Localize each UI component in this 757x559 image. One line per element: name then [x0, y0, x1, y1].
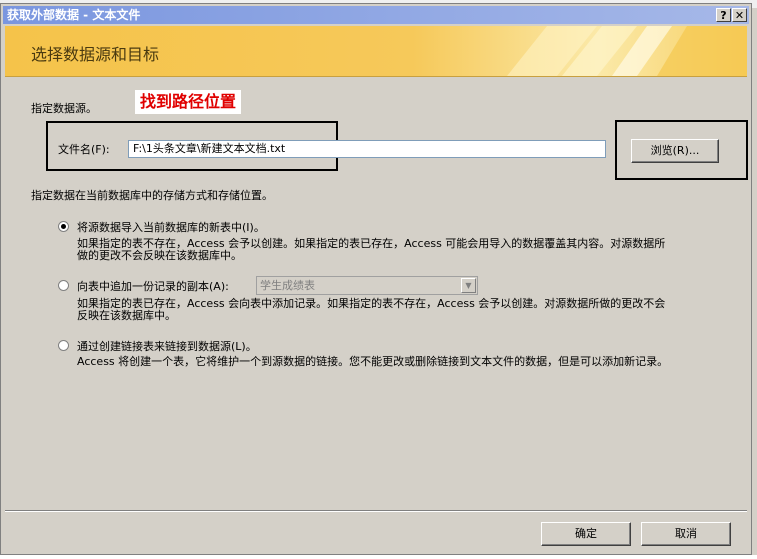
close-icon: ✕ — [734, 9, 745, 22]
import-dialog: 获取外部数据 - 文本文件 ? ✕ 选择数据源和目标 指定数据源。 找到路径位置… — [0, 3, 752, 555]
background-window-bottom — [0, 555, 757, 559]
close-button[interactable]: ✕ — [732, 8, 747, 22]
footer-divider — [5, 510, 747, 512]
radio-append-records[interactable] — [58, 280, 69, 291]
ok-button[interactable]: 确定 — [541, 522, 631, 546]
option-import-desc-2: 做的更改不会反映在该数据库中。 — [77, 249, 242, 262]
help-button[interactable]: ? — [716, 8, 731, 22]
annotation-label: 找到路径位置 — [135, 90, 242, 114]
chevron-down-icon[interactable]: ▼ — [461, 278, 476, 293]
option-link-desc: Access 将创建一个表，它将维护一个到源数据的链接。您不能更改或删除链接到文… — [77, 355, 669, 368]
filename-label: 文件名(F): — [58, 143, 110, 156]
browse-button[interactable]: 浏览(R)... — [631, 139, 719, 163]
append-table-select[interactable]: 学生成绩表 ▼ — [256, 276, 478, 295]
title-bar: 获取外部数据 - 文本文件 ? ✕ — [3, 6, 749, 24]
help-icon: ? — [720, 9, 727, 22]
filename-input[interactable]: F:\1头条文章\新建文本文档.txt — [128, 140, 606, 158]
option-import-label[interactable]: 将源数据导入当前数据库的新表中(I)。 — [77, 219, 265, 235]
append-table-value: 学生成绩表 — [260, 279, 315, 292]
banner-decoration — [507, 26, 747, 76]
source-heading: 指定数据源。 — [31, 102, 97, 115]
option-link-label[interactable]: 通过创建链接表来链接到数据源(L)。 — [77, 338, 257, 354]
header-banner: 选择数据源和目标 — [5, 26, 747, 77]
radio-import-new-table[interactable] — [58, 221, 69, 232]
option-append-label[interactable]: 向表中追加一份记录的副本(A): — [77, 278, 229, 294]
radio-link-table[interactable] — [58, 340, 69, 351]
option-append-desc-2: 反映在该数据库中。 — [77, 309, 176, 322]
window-title: 获取外部数据 - 文本文件 — [7, 8, 141, 22]
banner-title: 选择数据源和目标 — [31, 45, 160, 64]
storage-heading: 指定数据在当前数据库中的存储方式和存储位置。 — [31, 189, 273, 202]
cancel-button[interactable]: 取消 — [641, 522, 731, 546]
